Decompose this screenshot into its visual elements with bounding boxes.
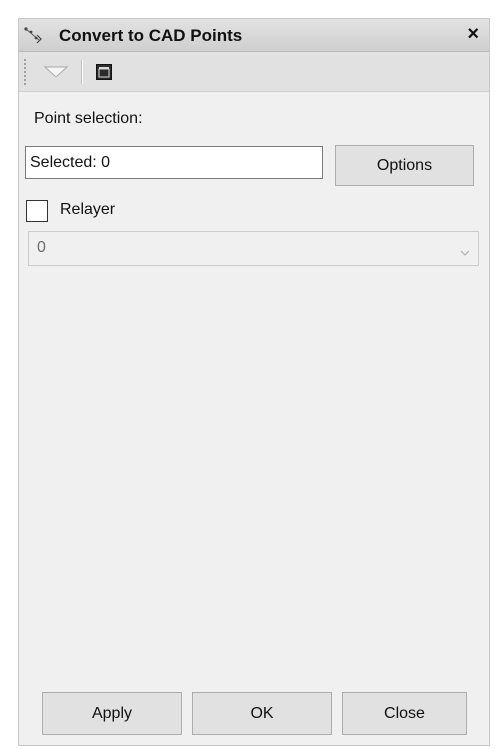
window-icon[interactable]: [96, 64, 112, 80]
convert-points-icon: [23, 26, 43, 44]
relayer-checkbox[interactable]: [26, 200, 48, 222]
relayer-label: Relayer: [60, 201, 116, 218]
close-button[interactable]: Close: [342, 692, 467, 735]
chevron-down-icon[interactable]: [41, 60, 71, 84]
selected-points-field[interactable]: [25, 146, 323, 179]
toolbar: [19, 52, 489, 92]
layer-select-value: 0: [37, 239, 46, 256]
close-icon[interactable]: ×: [467, 24, 479, 44]
point-selection-label: Point selection:: [34, 110, 143, 127]
apply-button[interactable]: Apply: [42, 692, 182, 735]
options-button[interactable]: Options: [335, 145, 474, 186]
window-title: Convert to CAD Points: [59, 26, 243, 45]
toolbar-grip[interactable]: [23, 58, 28, 86]
chevron-down-icon: [460, 244, 470, 256]
ok-button[interactable]: OK: [192, 692, 332, 735]
toolbar-separator: [81, 60, 83, 84]
convert-to-cad-points-panel: Convert to CAD Points × Point selection:…: [18, 18, 490, 746]
layer-select[interactable]: 0: [28, 231, 479, 266]
title-bar[interactable]: Convert to CAD Points ×: [19, 19, 489, 52]
